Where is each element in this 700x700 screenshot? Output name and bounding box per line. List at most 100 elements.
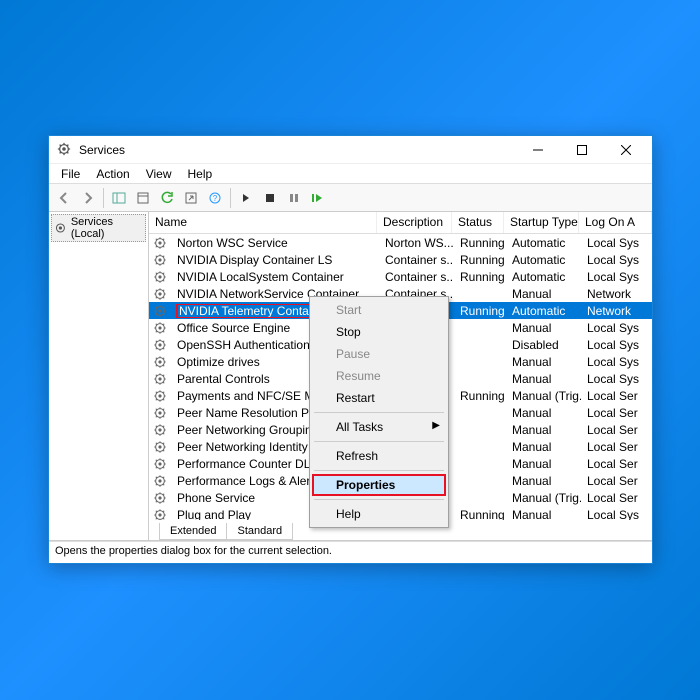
cell-logon: Local Sys [581, 355, 652, 369]
separator [314, 412, 444, 413]
services-app-icon [57, 142, 73, 158]
maximize-button[interactable] [560, 136, 604, 164]
cell-status: Running [454, 389, 506, 403]
tree-root-label: Services (Local) [71, 216, 143, 240]
gear-icon [153, 270, 167, 284]
close-button[interactable] [604, 136, 648, 164]
col-description[interactable]: Description [377, 212, 452, 233]
cell-description: Container s... [379, 253, 454, 267]
toolbar: ? [49, 184, 652, 212]
cell-logon: Local Sys [581, 270, 652, 284]
cell-status: Running [454, 508, 506, 521]
help-toolbar-button[interactable]: ? [204, 187, 226, 209]
cm-restart[interactable]: Restart [312, 387, 446, 409]
cell-status: Running [454, 270, 506, 284]
tab-extended[interactable]: Extended [159, 523, 227, 540]
forward-button[interactable] [77, 187, 99, 209]
separator [103, 188, 104, 208]
cell-description: Norton WS... [379, 236, 454, 250]
cell-status: Running [454, 236, 506, 250]
gear-icon [54, 221, 67, 235]
gear-icon [153, 372, 167, 386]
gear-icon [153, 287, 167, 301]
cell-startup: Manual [506, 355, 581, 369]
column-headers: Name Description Status Startup Type Log… [149, 212, 652, 234]
cm-resume[interactable]: Resume [312, 365, 446, 387]
cell-startup: Manual [506, 423, 581, 437]
service-row[interactable]: Norton WSC ServiceNorton WS...RunningAut… [149, 234, 652, 251]
menu-view[interactable]: View [138, 165, 180, 183]
cell-logon: Local Ser [581, 389, 652, 403]
cell-logon: Network [581, 287, 652, 301]
cell-logon: Local Ser [581, 440, 652, 454]
cell-startup: Manual [506, 457, 581, 471]
gear-icon [153, 457, 167, 471]
menu-file[interactable]: File [53, 165, 88, 183]
statusbar: Opens the properties dialog box for the … [49, 541, 652, 563]
cm-help[interactable]: Help [312, 503, 446, 525]
restart-service-button[interactable] [307, 187, 329, 209]
gear-icon [153, 321, 167, 335]
cell-logon: Local Ser [581, 491, 652, 505]
col-startup-type[interactable]: Startup Type [504, 212, 579, 233]
menu-action[interactable]: Action [88, 165, 137, 183]
titlebar: Services [49, 136, 652, 164]
submenu-arrow-icon: ▶ [432, 420, 440, 431]
cm-all-tasks[interactable]: All Tasks▶ [312, 416, 446, 438]
service-row[interactable]: NVIDIA LocalSystem ContainerContainer s.… [149, 268, 652, 285]
cell-startup: Manual (Trig... [506, 491, 581, 505]
cell-logon: Local Sys [581, 321, 652, 335]
service-row[interactable]: NVIDIA Display Container LSContainer s..… [149, 251, 652, 268]
cell-startup: Automatic [506, 236, 581, 250]
svg-text:?: ? [213, 194, 218, 203]
cell-name: NVIDIA Display Container LS [171, 253, 379, 267]
cm-refresh[interactable]: Refresh [312, 445, 446, 467]
gear-icon [153, 236, 167, 250]
cell-description: Container s... [379, 270, 454, 284]
col-name[interactable]: Name [149, 212, 377, 233]
export-button[interactable] [180, 187, 202, 209]
tree-root-services-local[interactable]: Services (Local) [51, 214, 146, 242]
cm-start[interactable]: Start [312, 299, 446, 321]
col-log-on-as[interactable]: Log On A [579, 212, 652, 233]
col-status[interactable]: Status [452, 212, 504, 233]
window-title: Services [79, 143, 516, 157]
cell-logon: Local Sys [581, 508, 652, 521]
cm-properties[interactable]: Properties [312, 474, 446, 496]
stop-service-button[interactable] [259, 187, 281, 209]
cm-stop[interactable]: Stop [312, 321, 446, 343]
gear-icon [153, 253, 167, 267]
cell-startup: Manual [506, 406, 581, 420]
minimize-button[interactable] [516, 136, 560, 164]
tab-standard[interactable]: Standard [226, 523, 293, 540]
cell-logon: Local Sys [581, 338, 652, 352]
pause-service-button[interactable] [283, 187, 305, 209]
menubar: File Action View Help [49, 164, 652, 184]
cell-startup: Manual [506, 321, 581, 335]
gear-icon [153, 440, 167, 454]
cell-startup: Manual [506, 508, 581, 521]
show-hide-button[interactable] [108, 187, 130, 209]
cell-name: NVIDIA LocalSystem Container [171, 270, 379, 284]
gear-icon [153, 304, 167, 318]
separator [314, 499, 444, 500]
cm-pause[interactable]: Pause [312, 343, 446, 365]
cell-logon: Local Ser [581, 474, 652, 488]
start-service-button[interactable] [235, 187, 257, 209]
back-button[interactable] [53, 187, 75, 209]
gear-icon [153, 491, 167, 505]
cell-status: Running [454, 304, 506, 318]
menu-help[interactable]: Help [180, 165, 221, 183]
cell-startup: Automatic [506, 304, 581, 318]
gear-icon [153, 338, 167, 352]
properties-toolbar-button[interactable] [132, 187, 154, 209]
refresh-button[interactable] [156, 187, 178, 209]
cm-properties-label: Properties [336, 478, 395, 492]
cell-startup: Automatic [506, 253, 581, 267]
gear-icon [153, 406, 167, 420]
cell-startup: Manual [506, 474, 581, 488]
gear-icon [153, 355, 167, 369]
cell-logon: Local Sys [581, 236, 652, 250]
cell-startup: Disabled [506, 338, 581, 352]
cell-startup: Manual [506, 440, 581, 454]
